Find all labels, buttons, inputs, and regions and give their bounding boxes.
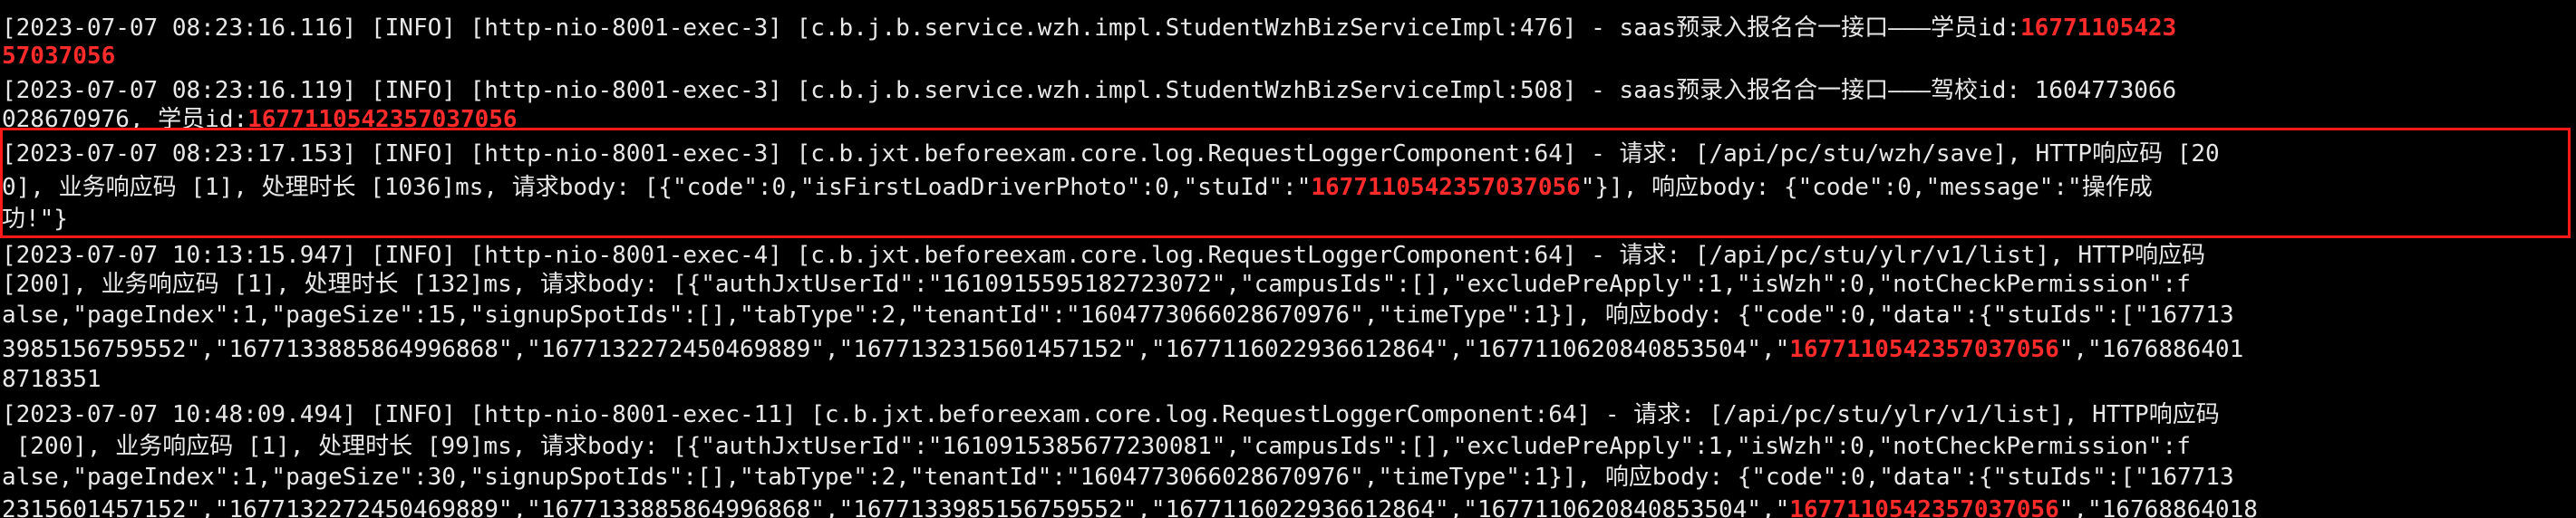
log-text: ","1676886401 <box>2058 336 2244 363</box>
log-text: 2315601457152","1677132272450469889","16… <box>2 496 1790 518</box>
log-text: [2023-07-07 10:13:15.947] [INFO] [http-n… <box>2 242 2206 269</box>
terminal-log-output[interactable]: [2023-07-07 08:23:16.116] [INFO] [http-n… <box>0 0 2576 518</box>
highlighted-id: 1677110542357037056 <box>1789 336 2059 363</box>
log-line: alse,"pageIndex":1,"pageSize":15,"signup… <box>2 300 2576 331</box>
log-text: alse,"pageIndex":1,"pageSize":30,"signup… <box>2 464 2234 491</box>
log-text: [2023-07-07 10:48:09.494] [INFO] [http-n… <box>2 401 2220 428</box>
log-text: [200], 业务响应码 [1], 处理时长 [132]ms, 请求body: … <box>2 271 2191 298</box>
log-text: 3985156759552","1677133885864996868","16… <box>2 336 1790 363</box>
highlighted-id: 1677110542357037056 <box>1789 496 2059 518</box>
log-text: [200], 业务响应码 [1], 处理时长 [99]ms, 请求body: [… <box>2 433 2191 460</box>
log-text: ","16768864018 <box>2058 496 2258 518</box>
log-line: 2315601457152","1677132272450469889","16… <box>2 494 2576 518</box>
highlight-annotation-box <box>0 128 2571 238</box>
log-line: [2023-07-07 10:13:15.947] [INFO] [http-n… <box>2 240 2576 271</box>
log-line: [2023-07-07 08:23:16.119] [INFO] [http-n… <box>2 75 2576 106</box>
log-line: [2023-07-07 08:23:16.116] [INFO] [http-n… <box>2 13 2576 43</box>
log-line: [200], 业务响应码 [1], 处理时长 [99]ms, 请求body: [… <box>2 431 2576 462</box>
log-line: alse,"pageIndex":1,"pageSize":30,"signup… <box>2 462 2576 493</box>
log-line: 57037056 <box>2 41 2576 72</box>
highlighted-id: 57037056 <box>2 43 116 70</box>
log-text: 8718351 <box>2 366 102 393</box>
log-line: [200], 业务响应码 [1], 处理时长 [132]ms, 请求body: … <box>2 269 2576 300</box>
log-line: 3985156759552","1677133885864996868","16… <box>2 334 2576 365</box>
highlighted-id: 16771105423 <box>2020 14 2177 42</box>
log-text: [2023-07-07 08:23:16.119] [INFO] [http-n… <box>2 77 2177 104</box>
log-line: 8718351 <box>2 364 2576 395</box>
log-text: [2023-07-07 08:23:16.116] [INFO] [http-n… <box>2 14 2021 42</box>
log-text: alse,"pageIndex":1,"pageSize":15,"signup… <box>2 302 2234 329</box>
log-line: [2023-07-07 10:48:09.494] [INFO] [http-n… <box>2 399 2576 430</box>
